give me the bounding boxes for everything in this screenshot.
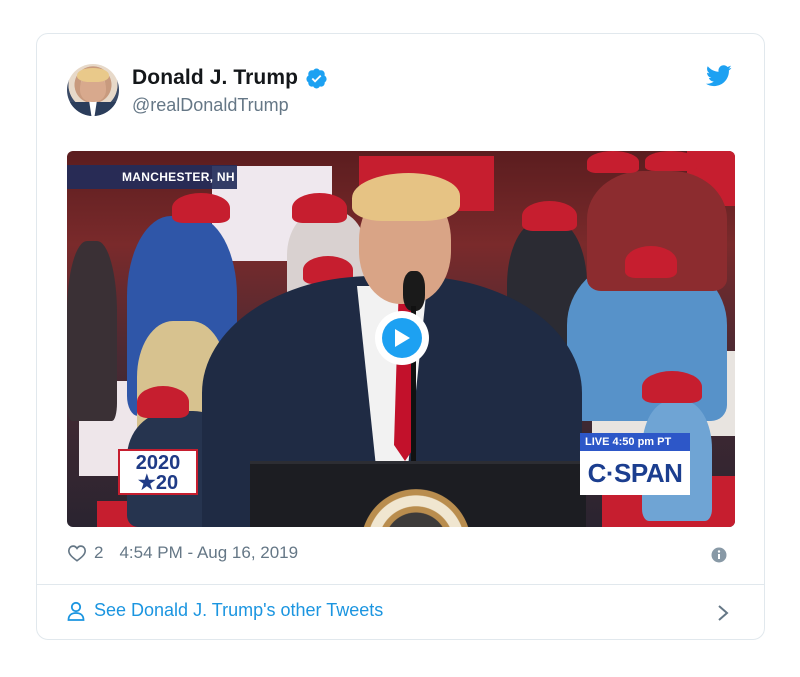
tweet-meta: 2 4:54 PM - Aug 16, 2019 [67,543,298,563]
info-icon[interactable] [711,547,727,563]
live-timestamp-bar: LIVE 4:50 pm PT [580,433,690,451]
person-icon [67,601,85,621]
handle[interactable]: @realDonaldTrump [132,95,289,116]
network-logo: C·SPAN [580,451,690,495]
twitter-bird-icon[interactable] [706,65,732,87]
tweet-timestamp[interactable]: 4:54 PM - Aug 16, 2019 [119,543,298,563]
see-other-tweets-label[interactable]: See Donald J. Trump's other Tweets [94,600,383,621]
tweet-card: Donald J. Trump @realDonaldTrump MANCHES… [36,33,765,640]
location-tag: MANCHESTER, NH [67,165,237,189]
heart-icon[interactable] [67,544,87,562]
play-button[interactable] [375,311,429,365]
avatar[interactable] [67,64,119,116]
display-name[interactable]: Donald J. Trump [132,66,298,90]
like-count[interactable]: 2 [94,543,103,563]
campaign-2020-logo: 2020 ★20 [118,449,198,495]
chevron-right-icon[interactable] [717,604,729,622]
see-other-tweets-link[interactable]: See Donald J. Trump's other Tweets [67,600,383,621]
video-player[interactable]: MANCHESTER, NH 2020 ★20 LIVE 4:50 pm PT … [67,151,735,527]
verified-badge-icon [306,67,327,89]
play-icon [395,329,410,347]
author-row[interactable]: Donald J. Trump [132,66,328,90]
divider [37,584,764,585]
